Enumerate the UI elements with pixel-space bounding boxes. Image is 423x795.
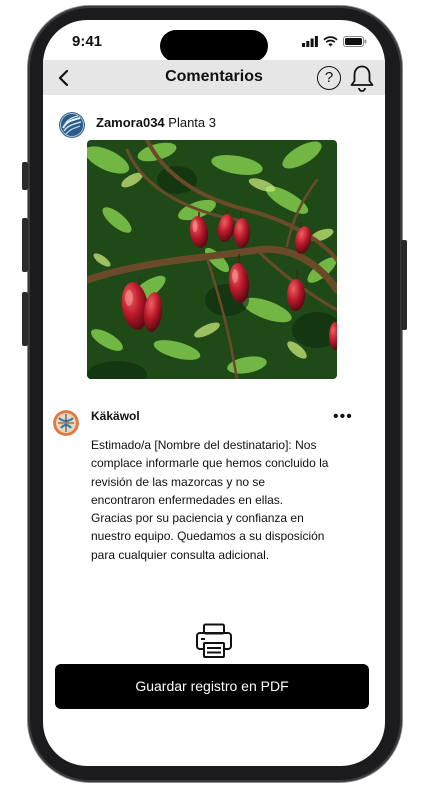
comment-author-avatar[interactable] xyxy=(53,410,79,436)
post-username[interactable]: Zamora034 xyxy=(96,115,165,130)
status-icons xyxy=(302,36,367,47)
cacao-photo-image xyxy=(87,140,337,379)
wifi-icon xyxy=(323,36,338,47)
comment-author[interactable]: Käkäwol xyxy=(91,409,140,423)
avatar-image xyxy=(59,112,85,138)
post-subtitle: Planta 3 xyxy=(168,115,216,130)
save-pdf-button[interactable]: Guardar registro en PDF xyxy=(55,664,369,709)
help-icon[interactable]: ? xyxy=(317,66,341,90)
volume-up-button xyxy=(22,218,28,272)
battery-icon xyxy=(343,36,367,47)
dynamic-island xyxy=(160,30,268,62)
post-header: Zamora034 Planta 3 xyxy=(96,115,216,130)
printer-icon[interactable] xyxy=(195,623,233,659)
signal-icon xyxy=(302,36,318,47)
power-button xyxy=(401,240,407,330)
status-time: 9:41 xyxy=(72,33,103,50)
avatar-image xyxy=(53,410,79,436)
volume-down-button xyxy=(22,292,28,346)
bell-icon[interactable] xyxy=(349,64,375,92)
header-bar: Comentarios ? xyxy=(43,60,385,95)
mute-switch xyxy=(22,162,28,190)
more-options-icon[interactable]: ••• xyxy=(333,409,353,425)
post-user-avatar[interactable] xyxy=(59,112,85,138)
post-photo-cacao-tree xyxy=(87,140,337,379)
comment-text: Estimado/a [Nombre del destinatario]: No… xyxy=(91,438,329,562)
